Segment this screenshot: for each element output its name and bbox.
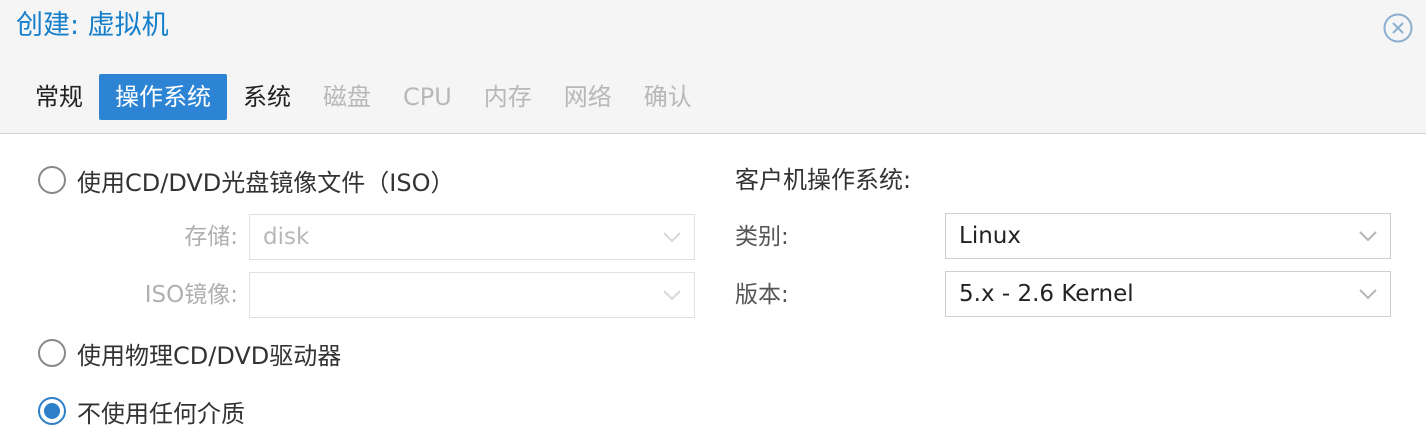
iso-image-label: ISO镜像: <box>144 282 238 308</box>
storage-label: 存储: <box>184 224 238 250</box>
tab-cpu: CPU <box>403 83 452 111</box>
os-type-label: 类别: <box>735 224 789 250</box>
os-version-label: 版本: <box>735 282 789 308</box>
tab-bar: 常规 操作系统 系统 磁盘 CPU 内存 网络 确认 <box>19 74 708 120</box>
tab-os[interactable]: 操作系统 <box>99 74 227 120</box>
iso-radio[interactable] <box>38 166 66 194</box>
physical-drive-radio[interactable] <box>38 339 66 367</box>
storage-value: disk <box>263 224 310 250</box>
physical-drive-option-row[interactable]: 使用物理CD/DVD驱动器 <box>38 335 341 371</box>
tab-disk: 磁盘 <box>323 83 371 111</box>
os-version-select[interactable]: 5.x - 2.6 Kernel <box>945 271 1391 317</box>
window-header: 创建: 虚拟机 常规 操作系统 系统 磁盘 CPU 内存 网络 确认 <box>0 0 1426 134</box>
no-media-radio[interactable] <box>38 397 66 425</box>
iso-image-select <box>249 272 695 318</box>
os-type-select[interactable]: Linux <box>945 213 1391 259</box>
iso-option-label: 使用CD/DVD光盘镜像文件（ISO） <box>77 168 455 197</box>
physical-drive-option-label: 使用物理CD/DVD驱动器 <box>77 341 342 370</box>
no-media-option-row[interactable]: 不使用任何介质 <box>38 393 245 429</box>
os-type-value: Linux <box>959 223 1021 249</box>
chevron-down-icon[interactable] <box>1358 286 1378 302</box>
window-title: 创建: 虚拟机 <box>16 10 169 41</box>
chevron-down-icon <box>663 232 681 243</box>
tab-confirm: 确认 <box>643 83 692 111</box>
iso-option-row[interactable]: 使用CD/DVD光盘镜像文件（ISO） <box>38 162 454 198</box>
storage-select: disk <box>249 214 695 260</box>
no-media-option-label: 不使用任何介质 <box>77 399 245 428</box>
chevron-down-icon <box>663 290 681 301</box>
os-version-value: 5.x - 2.6 Kernel <box>959 281 1134 307</box>
tab-memory: 内存 <box>483 83 532 111</box>
close-icon[interactable] <box>1382 12 1414 44</box>
chevron-down-icon[interactable] <box>1358 228 1378 244</box>
tab-system[interactable]: 系统 <box>227 74 307 120</box>
tab-network: 网络 <box>563 83 612 111</box>
guest-os-heading: 客户机操作系统: <box>735 166 912 194</box>
tab-general[interactable]: 常规 <box>19 74 99 120</box>
